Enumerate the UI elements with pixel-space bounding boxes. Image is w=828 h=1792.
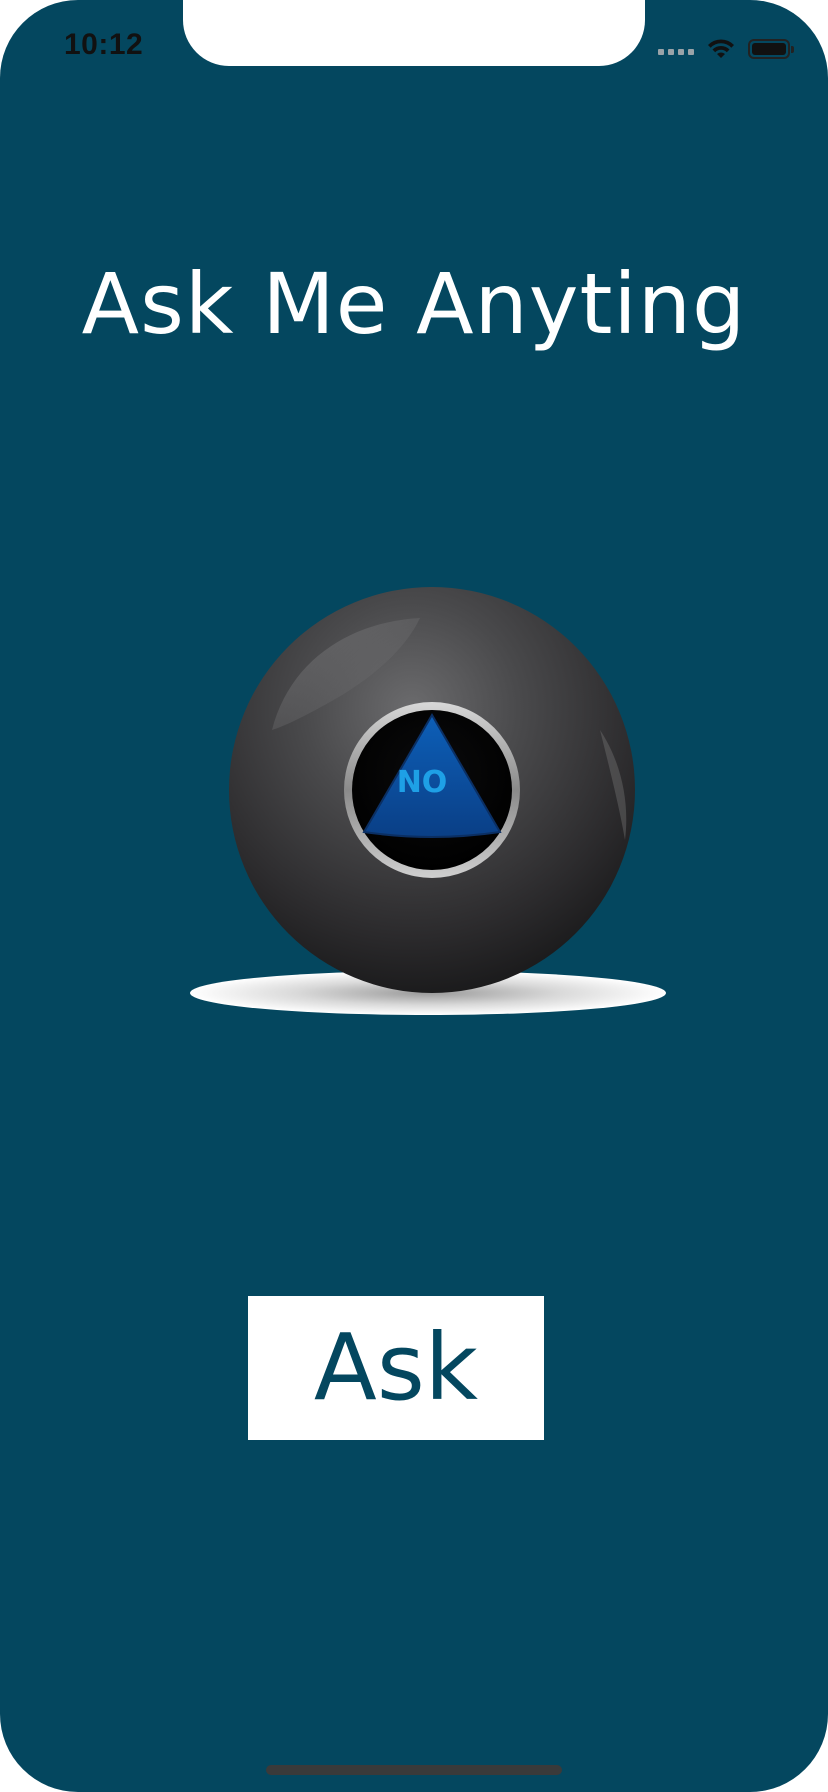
eight-ball-image — [190, 587, 666, 1015]
page-title: Ask Me Anyting — [81, 255, 747, 353]
status-icons — [658, 36, 794, 62]
cellular-signal-icon — [658, 43, 694, 55]
eight-ball-answer: NO — [396, 765, 448, 800]
wifi-icon — [708, 39, 734, 58]
home-indicator[interactable] — [266, 1765, 562, 1775]
app-screen: 10:12 Ask Me Anyting NO Ask — [0, 0, 828, 1792]
battery-icon — [748, 39, 794, 59]
ask-button[interactable]: Ask — [248, 1296, 544, 1440]
status-time: 10:12 — [64, 28, 144, 61]
magic-eight-ball: NO — [180, 580, 680, 1020]
device-notch — [183, 0, 645, 66]
